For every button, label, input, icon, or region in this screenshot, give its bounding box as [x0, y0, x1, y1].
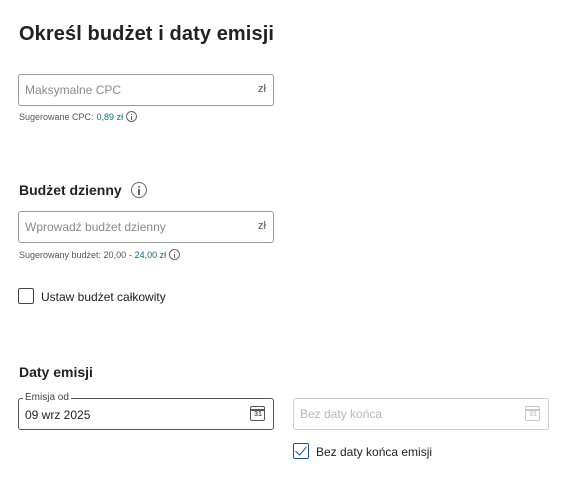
max-cpc-input[interactable]: Maksymalne CPC zł	[18, 74, 274, 106]
no-end-date-label[interactable]: Bez daty końca emisji	[316, 445, 432, 459]
emission-end-placeholder: Bez daty końca	[300, 407, 383, 421]
daily-budget-input[interactable]: Wprowadź budżet dzienny zł	[18, 211, 274, 243]
emission-end-date-input: Bez daty końca 31	[293, 398, 549, 430]
info-icon[interactable]	[130, 182, 147, 198]
emission-start-value: 09 wrz 2025	[25, 408, 91, 422]
info-icon[interactable]	[126, 111, 138, 122]
suggested-cpc-value: 0,89 zł	[96, 111, 124, 122]
suggested-budget-label: Sugerowany budżet: 20,00	[19, 249, 127, 260]
suggested-cpc-hint: Sugerowane CPC: 0,89 zł	[19, 111, 138, 122]
emission-dates-heading: Daty emisji	[19, 364, 93, 380]
daily-budget-title: Budżet dzienny	[19, 182, 122, 198]
daily-budget-heading: Budżet dzienny	[19, 182, 147, 198]
calendar-icon[interactable]: 31	[250, 406, 265, 421]
suggested-cpc-label: Sugerowane CPC:	[19, 111, 94, 122]
currency-unit: zł	[258, 220, 266, 232]
no-end-date-checkbox[interactable]	[293, 443, 309, 459]
info-icon[interactable]	[169, 249, 181, 260]
suggested-budget-hint: Sugerowany budżet: 20,00 - 24,00 zł	[19, 249, 181, 260]
suggested-budget-value: - 24,00 zł	[129, 249, 167, 260]
calendar-icon: 31	[525, 406, 540, 421]
daily-budget-placeholder: Wprowadź budżet dzienny	[25, 220, 166, 234]
emission-start-date-input[interactable]: Emisja od 09 wrz 2025 31	[18, 392, 274, 430]
total-budget-checkbox[interactable]	[18, 288, 34, 304]
max-cpc-placeholder: Maksymalne CPC	[25, 83, 122, 97]
emission-start-label: Emisja od	[23, 392, 71, 404]
currency-unit: zł	[258, 83, 266, 95]
emission-dates-title: Daty emisji	[19, 364, 93, 380]
page-title: Określ budżet i daty emisji	[19, 23, 275, 45]
total-budget-label[interactable]: Ustaw budżet całkowity	[41, 290, 166, 304]
